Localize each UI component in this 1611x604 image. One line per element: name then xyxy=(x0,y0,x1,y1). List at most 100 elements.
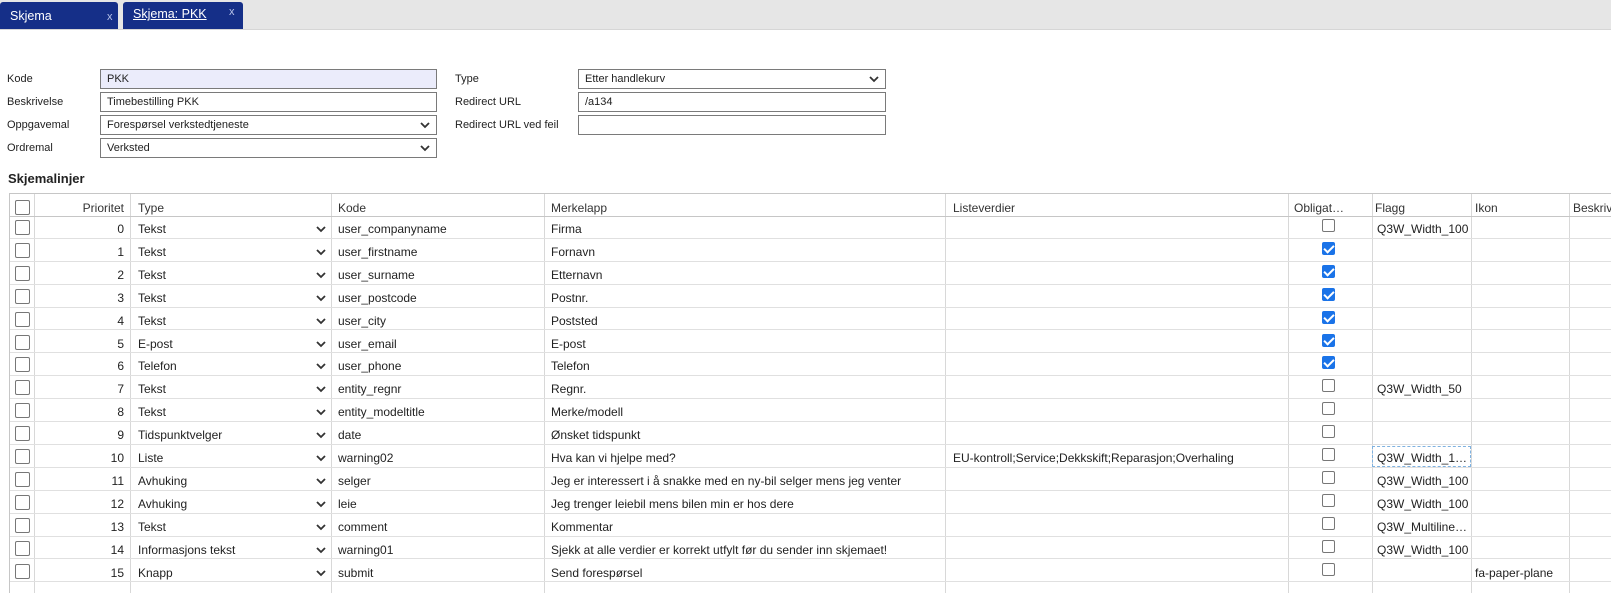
chevron-down-icon[interactable] xyxy=(315,246,327,258)
cell-prioritet[interactable]: 10 xyxy=(70,451,124,465)
table-row[interactable]: 8 Tekst entity_modeltitle Merke/modell xyxy=(10,399,1611,423)
cell-kode[interactable]: comment xyxy=(338,520,538,534)
cell-type[interactable]: Telefon xyxy=(138,359,308,373)
obligatorisk-checkbox[interactable] xyxy=(1322,562,1335,576)
ordremal-select[interactable]: Verksted xyxy=(100,138,437,158)
obligatorisk-checkbox[interactable] xyxy=(1322,425,1335,439)
cell-prioritet[interactable]: 7 xyxy=(70,382,124,396)
cell-type[interactable]: Tekst xyxy=(138,245,308,259)
cell-prioritet[interactable]: 9 xyxy=(70,428,124,442)
obligatorisk-checkbox[interactable] xyxy=(1322,264,1335,278)
cell-listeverdier[interactable]: EU-kontroll;Service;Dekkskift;Reparasjon… xyxy=(953,451,1283,465)
cell-merkelapp[interactable]: Merke/modell xyxy=(551,405,941,419)
col-header-listeverdier[interactable]: Listeverdier xyxy=(953,201,1293,215)
redirect-url-input[interactable]: /a134 xyxy=(578,92,886,112)
cell-kode[interactable]: user_city xyxy=(338,314,538,328)
cell-kode[interactable]: entity_modeltitle xyxy=(338,405,538,419)
cell-kode[interactable]: warning02 xyxy=(338,451,538,465)
obligatorisk-checkbox[interactable] xyxy=(1322,539,1335,553)
cell-prioritet[interactable]: 12 xyxy=(70,497,124,511)
obligatorisk-checkbox[interactable] xyxy=(1322,287,1335,301)
cell-flagg[interactable]: Q3W_Width_100 xyxy=(1373,543,1470,557)
cell-type[interactable]: Tekst xyxy=(138,222,308,236)
cell-type[interactable]: Informasjons tekst xyxy=(138,543,308,557)
cell-kode[interactable]: date xyxy=(338,428,538,442)
cell-kode[interactable]: user_postcode xyxy=(338,291,538,305)
cell-prioritet[interactable]: 3 xyxy=(70,291,124,305)
table-row[interactable]: 5 E-post user_email E-post xyxy=(10,331,1611,354)
beskrivelse-input[interactable]: Timebestilling PKK xyxy=(100,92,437,112)
row-select-checkbox[interactable] xyxy=(15,517,30,533)
col-header-flagg[interactable]: Flagg xyxy=(1375,201,1465,215)
row-select-checkbox[interactable] xyxy=(15,311,30,327)
table-row[interactable]: 12 Avhuking leie Jeg trenger leiebil mens b… xyxy=(10,491,1611,514)
table-row[interactable]: 9 Tidspunktvelger date Ønsket tidspunkt xyxy=(10,422,1611,445)
chevron-down-icon[interactable] xyxy=(315,360,327,372)
col-header-obligatorisk[interactable]: Obligat… xyxy=(1294,201,1374,215)
cell-merkelapp[interactable]: Poststed xyxy=(551,314,941,328)
cell-prioritet[interactable]: 2 xyxy=(70,268,124,282)
cell-prioritet[interactable]: 4 xyxy=(70,314,124,328)
obligatorisk-checkbox[interactable] xyxy=(1322,516,1335,530)
kode-input[interactable]: PKK xyxy=(100,69,437,89)
col-header-merkelapp[interactable]: Merkelapp xyxy=(551,201,941,215)
cell-kode[interactable]: user_surname xyxy=(338,268,538,282)
col-header-beskrivelse[interactable]: Beskrivelse xyxy=(1573,201,1611,215)
cell-kode[interactable]: submit xyxy=(338,566,538,580)
cell-prioritet[interactable]: 8 xyxy=(70,405,124,419)
cell-type[interactable]: Tidspunktvelger xyxy=(138,428,308,442)
table-row[interactable]: 4 Tekst user_city Poststed xyxy=(10,308,1611,331)
cell-prioritet[interactable]: 0 xyxy=(70,222,124,236)
cell-type[interactable]: E-post xyxy=(138,337,308,351)
cell-flagg[interactable]: Q3W_Width_100 xyxy=(1373,474,1470,488)
cell-kode[interactable]: warning01 xyxy=(338,543,538,557)
col-header-type[interactable]: Type xyxy=(138,201,328,215)
close-icon[interactable]: x xyxy=(229,6,235,18)
chevron-down-icon[interactable] xyxy=(315,292,327,304)
row-select-checkbox[interactable] xyxy=(15,265,30,281)
cell-prioritet[interactable]: 13 xyxy=(70,520,124,534)
oppgavemal-select[interactable]: Forespørsel verkstedtjeneste xyxy=(100,115,437,135)
cell-merkelapp[interactable]: Postnr. xyxy=(551,291,941,305)
cell-merkelapp[interactable]: Etternavn xyxy=(551,268,941,282)
type-select[interactable]: Etter handlekurv xyxy=(578,69,886,89)
table-row[interactable]: 1 Tekst user_firstname Fornavn xyxy=(10,239,1611,262)
cell-type[interactable]: Tekst xyxy=(138,520,308,534)
tab-skjema-pkk[interactable]: Skjema: PKK x xyxy=(123,2,243,29)
table-row[interactable]: 13 Tekst comment Kommentar Q3W_Multiline,… xyxy=(10,514,1611,537)
cell-merkelapp[interactable]: Ønsket tidspunkt xyxy=(551,428,941,442)
cell-type[interactable]: Liste xyxy=(138,451,308,465)
row-select-checkbox[interactable] xyxy=(15,563,30,579)
row-select-checkbox[interactable] xyxy=(15,471,30,487)
cell-merkelapp[interactable]: Jeg trenger leiebil mens bilen min er ho… xyxy=(551,497,941,511)
obligatorisk-checkbox[interactable] xyxy=(1322,448,1335,461)
cell-merkelapp[interactable]: Firma xyxy=(551,222,941,236)
cell-merkelapp[interactable]: Fornavn xyxy=(551,245,941,259)
table-row[interactable]: 3 Tekst user_postcode Postnr. xyxy=(10,285,1611,308)
redirect-url-feil-input[interactable] xyxy=(578,115,886,135)
chevron-down-icon[interactable] xyxy=(315,498,327,510)
cell-merkelapp[interactable]: E-post xyxy=(551,337,941,351)
chevron-down-icon[interactable] xyxy=(315,383,327,395)
cell-merkelapp[interactable]: Telefon xyxy=(551,359,941,373)
cell-flagg[interactable]: Q3W_Multiline,… xyxy=(1373,520,1470,534)
row-select-checkbox[interactable] xyxy=(15,540,30,556)
row-select-checkbox[interactable] xyxy=(15,288,30,304)
cell-kode[interactable]: leie xyxy=(338,497,538,511)
chevron-down-icon[interactable] xyxy=(315,521,327,533)
cell-merkelapp[interactable]: Send forespørsel xyxy=(551,566,941,580)
table-row[interactable]: 6 Telefon user_phone Telefon xyxy=(10,353,1611,377)
cell-ikon[interactable]: fa-paper-plane xyxy=(1475,566,1567,580)
obligatorisk-checkbox[interactable] xyxy=(1322,356,1335,370)
cell-merkelapp[interactable]: Hva kan vi hjelpe med? xyxy=(551,451,941,465)
cell-prioritet[interactable]: 1 xyxy=(70,245,124,259)
cell-type[interactable]: Tekst xyxy=(138,405,308,419)
chevron-down-icon[interactable] xyxy=(315,269,327,281)
cell-kode[interactable]: selger xyxy=(338,474,538,488)
table-row[interactable]: 15 Knapp submit Send forespørsel fa-paper-pl… xyxy=(10,560,1611,583)
cell-merkelapp[interactable]: Kommentar xyxy=(551,520,941,534)
cell-kode[interactable]: user_phone xyxy=(338,359,538,373)
cell-prioritet[interactable]: 14 xyxy=(70,543,124,557)
obligatorisk-checkbox[interactable] xyxy=(1322,310,1335,324)
cell-type[interactable]: Avhuking xyxy=(138,474,308,488)
